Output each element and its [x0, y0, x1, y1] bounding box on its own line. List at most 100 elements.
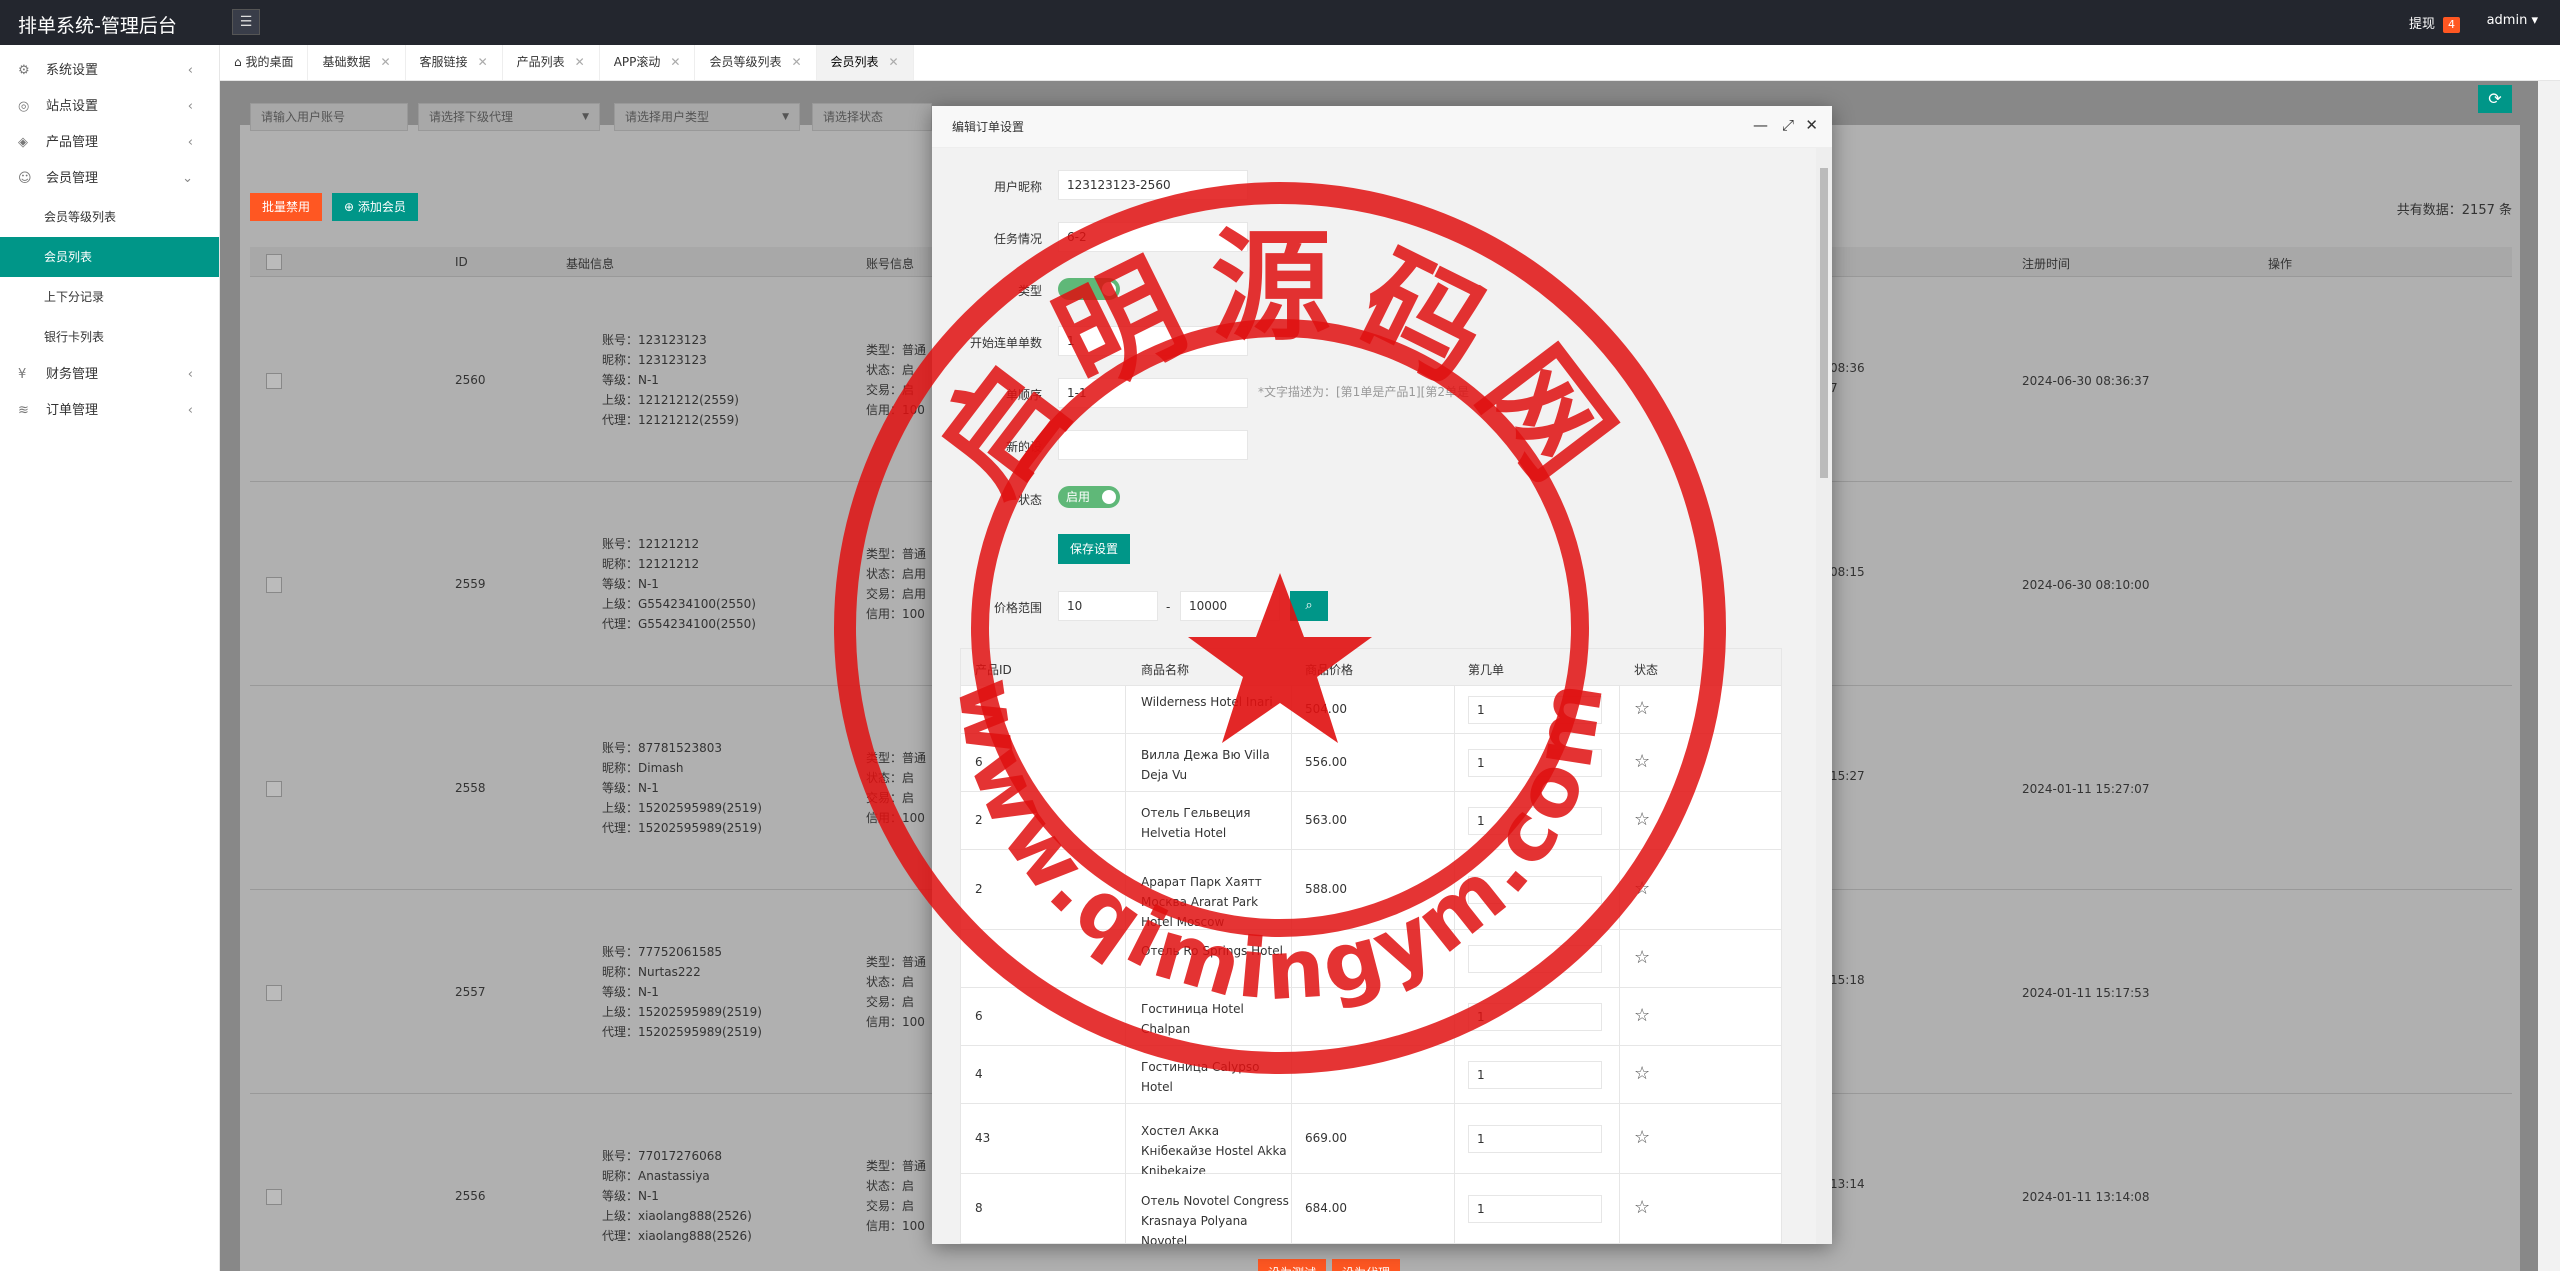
- row-checkbox[interactable]: [266, 373, 282, 389]
- star-icon[interactable]: ☆: [1634, 1063, 1650, 1084]
- tab-service-link[interactable]: 客服链接 ✕: [406, 45, 503, 80]
- nth-order-input[interactable]: 1: [1468, 807, 1602, 835]
- price-search-button[interactable]: ⌕: [1290, 591, 1328, 621]
- chevron-left-icon: ‹: [187, 99, 193, 114]
- type-switch[interactable]: [1058, 278, 1120, 300]
- order-seq-label: 单顺序: [1005, 388, 1042, 402]
- star-icon[interactable]: ☆: [1634, 751, 1650, 772]
- tab-product-list[interactable]: 产品列表 ✕: [503, 45, 600, 80]
- user-account-input[interactable]: 请输入用户账号: [250, 103, 408, 131]
- nth-order-input[interactable]: [1468, 876, 1602, 904]
- start-count-field[interactable]: 1: [1058, 326, 1248, 356]
- tab-desktop[interactable]: ⌂ 我的桌面: [220, 45, 309, 80]
- row-checkbox[interactable]: [266, 985, 282, 1001]
- sidebar-item-members[interactable]: ☺ 会员管理 ⌄: [0, 161, 219, 197]
- sidebar-item-system[interactable]: ⚙ 系统设置 ‹: [0, 53, 219, 89]
- tab-basic-data[interactable]: 基础数据 ✕: [308, 45, 406, 80]
- account-line: 信用：100: [866, 1219, 925, 1233]
- refresh-button[interactable]: ⟳: [2478, 85, 2512, 113]
- row-checkbox[interactable]: [266, 781, 282, 797]
- close-icon[interactable]: ✕: [575, 55, 585, 69]
- row-checkbox[interactable]: [266, 577, 282, 593]
- batch-disable-button[interactable]: 批量禁用: [250, 193, 323, 221]
- star-icon[interactable]: ☆: [1634, 698, 1650, 719]
- status-select[interactable]: 请选择状态: [812, 103, 932, 131]
- row-account-info: 类型：普通 状态：启 交易：启 信用：100: [866, 748, 926, 828]
- cell-divider: [1125, 930, 1126, 988]
- close-icon[interactable]: ✕: [791, 55, 801, 69]
- close-icon[interactable]: ✕: [889, 55, 899, 69]
- tab-member-list[interactable]: 会员列表 ✕: [816, 45, 914, 80]
- minimize-icon[interactable]: —: [1753, 116, 1768, 134]
- nickname-label: 用户昵称: [993, 180, 1042, 194]
- tab-app-scroll[interactable]: APP滚动 ✕: [600, 45, 696, 80]
- new-set-field[interactable]: [1058, 430, 1248, 460]
- add-member-button[interactable]: ⊕ 添加会员: [332, 193, 418, 221]
- star-icon[interactable]: ☆: [1634, 878, 1650, 899]
- sidebar-subitem-member-list[interactable]: 会员列表: [0, 237, 219, 277]
- basic-line: 代理：xiaolang888(2526): [602, 1229, 752, 1243]
- sidebar: ⚙ 系统设置 ‹ ◎ 站点设置 ‹ ◈ 产品管理 ‹ ☺ 会员管理 ⌄ 会员等级列表 会员列表 …: [0, 45, 220, 1271]
- cell-divider: [1291, 734, 1292, 792]
- price-max-input[interactable]: 10000: [1180, 591, 1280, 621]
- row-basic-info: 账号：12121212 昵称：12121212 等级：N-1 上级：G55423410…: [602, 534, 756, 634]
- nth-order-input[interactable]: 1: [1468, 696, 1602, 724]
- select-all-checkbox[interactable]: [266, 254, 282, 270]
- row-checkbox[interactable]: [266, 1189, 282, 1205]
- sidebar-subitem-member-levels[interactable]: 会员等级列表: [0, 197, 219, 237]
- task-field[interactable]: 6-2: [1058, 222, 1248, 252]
- chevron-left-icon: ‹: [187, 367, 193, 382]
- nth-order-input[interactable]: 1: [1468, 1125, 1602, 1153]
- star-icon[interactable]: ☆: [1634, 1005, 1650, 1026]
- sidebar-subitem-score-records[interactable]: 上下分记录: [0, 277, 219, 317]
- tab-member-levels[interactable]: 会员等级列表 ✕: [695, 45, 817, 80]
- sidebar-item-orders[interactable]: ≋ 订单管理 ‹: [0, 393, 219, 429]
- nth-order-input[interactable]: [1468, 945, 1602, 973]
- nth-order-input[interactable]: 1: [1468, 1061, 1602, 1089]
- close-icon[interactable]: ✕: [1805, 116, 1818, 134]
- nth-order-input[interactable]: 1: [1468, 1195, 1602, 1223]
- user-menu[interactable]: admin ▾: [2487, 13, 2538, 28]
- sidebar-item-site[interactable]: ◎ 站点设置 ‹: [0, 89, 219, 125]
- menu-toggle-button[interactable]: ☰: [232, 9, 260, 35]
- agent-button[interactable]: 设为代理: [1332, 1259, 1401, 1271]
- product-id: 8: [975, 1201, 983, 1215]
- basic-line: 代理：15202595989(2519): [602, 821, 762, 835]
- star-icon[interactable]: ☆: [1634, 1197, 1650, 1218]
- save-settings-button[interactable]: 保存设置: [1058, 534, 1131, 564]
- modal-scrollbar[interactable]: [1816, 148, 1832, 1244]
- cell-divider: [1291, 988, 1292, 1046]
- sidebar-item-products[interactable]: ◈ 产品管理 ‹: [0, 125, 219, 161]
- tab-label: APP滚动: [613, 55, 661, 69]
- row-time-fragment: 08:15: [1830, 562, 1865, 582]
- star-icon[interactable]: ☆: [1634, 1127, 1650, 1148]
- refresh-icon: ⟳: [2488, 89, 2502, 108]
- nth-order-input[interactable]: 1: [1468, 749, 1602, 777]
- status-switch[interactable]: 启用: [1058, 486, 1120, 508]
- sidebar-item-finance[interactable]: ¥ 财务管理 ‹: [0, 357, 219, 393]
- cell-divider: [1454, 1174, 1455, 1244]
- withdraw-link[interactable]: 提现 4: [2409, 13, 2460, 33]
- select-value: 请选择状态: [823, 110, 884, 124]
- tab-label: 产品列表: [516, 55, 565, 69]
- close-icon[interactable]: ✕: [670, 55, 680, 69]
- sidebar-subitem-bank-cards[interactable]: 银行卡列表: [0, 317, 219, 357]
- withdraw-label: 提现: [2408, 17, 2435, 32]
- close-icon[interactable]: ✕: [478, 55, 488, 69]
- switch-label: 启用: [1066, 490, 1091, 504]
- order-seq-field[interactable]: 1-1: [1058, 378, 1248, 408]
- nth-order-input[interactable]: 1: [1468, 1003, 1602, 1031]
- agent-select[interactable]: 请选择下级代理 ▼: [418, 103, 600, 131]
- nickname-field[interactable]: 123123123-2560: [1058, 170, 1248, 200]
- close-icon[interactable]: ✕: [380, 55, 390, 69]
- maximize-icon[interactable]: ⤢: [1782, 116, 1794, 134]
- test-button[interactable]: 设为测试: [1258, 1259, 1327, 1271]
- user-type-select[interactable]: 请选择用户类型 ▼: [614, 103, 800, 131]
- product-price: 588.00: [1305, 882, 1347, 896]
- price-min-input[interactable]: 10: [1058, 591, 1158, 621]
- scrollbar-thumb[interactable]: [1820, 168, 1828, 478]
- star-icon[interactable]: ☆: [1634, 947, 1650, 968]
- star-icon[interactable]: ☆: [1634, 809, 1650, 830]
- status-label: 状态: [1017, 493, 1042, 507]
- basic-line: 代理：15202595989(2519): [602, 1025, 762, 1039]
